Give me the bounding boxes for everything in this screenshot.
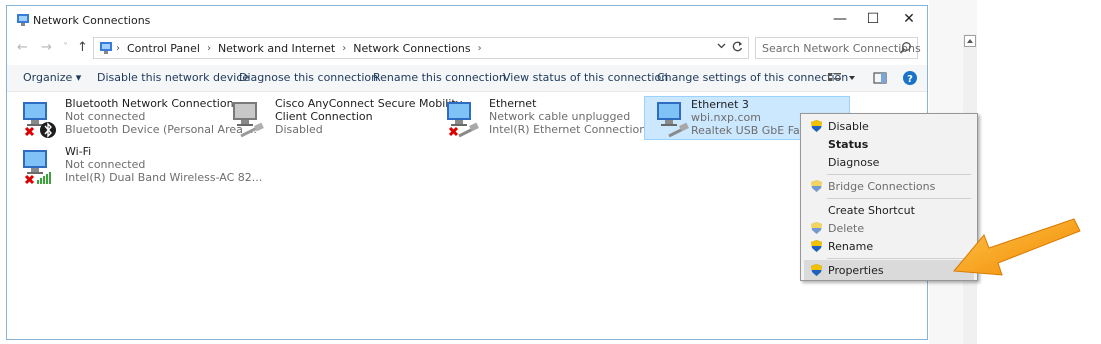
menu-item-status[interactable]: Status (804, 134, 974, 154)
network-connections-window: Network Connections — ☐ ✕ ← → ˅ ↑ › Cont… (6, 5, 928, 340)
menu-label: Bridge Connections (828, 180, 936, 193)
up-arrow-icon[interactable]: ↑ (77, 40, 88, 55)
back-arrow-icon[interactable]: ← (17, 40, 28, 55)
breadcrumb: › Control Panel › Network and Internet ›… (116, 42, 482, 55)
organize-button[interactable]: Organize ▾ (23, 71, 81, 84)
network-connections-icon (16, 13, 30, 30)
connection-device: Intel(R) Dual Band Wireless-AC 82... (65, 171, 263, 184)
chevron-down-icon[interactable] (717, 41, 726, 53)
control-panel-icon (99, 41, 113, 58)
breadcrumb-network-and-internet[interactable]: Network and Internet (218, 42, 335, 55)
chevron-right-icon: › (116, 43, 120, 54)
connections-list: Bluetooth Network Connection Not connect… (7, 96, 927, 339)
connection-name: Ethernet 3 (691, 98, 749, 111)
rename-connection-button[interactable]: Rename this connection (373, 71, 506, 84)
minimize-button[interactable]: — (825, 10, 855, 30)
menu-label: Create Shortcut (828, 204, 915, 217)
chevron-up-icon (967, 39, 973, 43)
recent-locations-icon[interactable]: ˅ (63, 42, 68, 53)
connection-status: Not connected (65, 158, 146, 171)
menu-label: Status (828, 138, 869, 151)
ethernet-adapter-icon (441, 100, 481, 140)
search-placeholder: Search Network Connections (762, 42, 921, 55)
breadcrumb-network-connections[interactable]: Network Connections (353, 42, 470, 55)
menu-label: Properties (828, 264, 884, 277)
title-bar: Network Connections — ☐ ✕ (7, 6, 927, 32)
help-icon[interactable]: ? (902, 70, 918, 89)
change-settings-button[interactable]: Change settings of this connection (657, 71, 848, 84)
forward-arrow-icon[interactable]: → (41, 40, 52, 55)
menu-item-diagnose[interactable]: Diagnose (804, 152, 974, 172)
uac-shield-icon (810, 179, 823, 196)
menu-label: Rename (828, 240, 874, 253)
chevron-right-icon[interactable]: › (342, 43, 346, 54)
preview-pane-icon[interactable] (873, 71, 887, 88)
search-icon[interactable] (899, 41, 912, 57)
connection-item-cisco-anyconnect[interactable]: Cisco AnyConnect Secure Mobility Client … (217, 96, 462, 140)
uac-shield-icon (810, 263, 823, 280)
menu-item-disable[interactable]: Disable (804, 116, 974, 136)
svg-text:?: ? (907, 74, 913, 85)
uac-shield-icon (810, 239, 823, 256)
address-bar[interactable]: › Control Panel › Network and Internet ›… (93, 37, 749, 59)
menu-label: Diagnose (828, 156, 880, 169)
diagnose-connection-button[interactable]: Diagnose this connection (239, 71, 378, 84)
refresh-icon[interactable] (731, 40, 744, 56)
disable-device-button[interactable]: Disable this network device (97, 71, 249, 84)
change-view-icon[interactable] (827, 71, 857, 88)
vpn-adapter-icon (227, 100, 267, 140)
breadcrumb-control-panel[interactable]: Control Panel (127, 42, 200, 55)
view-status-button[interactable]: View status of this connection (503, 71, 668, 84)
connection-name: Wi-Fi (65, 145, 92, 158)
address-row: ← → ˅ ↑ › Control Panel › Network and In… (7, 36, 927, 60)
connection-item-ethernet[interactable]: Ethernet Network cable unplugged Intel(R… (431, 96, 683, 140)
connection-item-bluetooth[interactable]: Bluetooth Network Connection Not connect… (7, 96, 257, 140)
bluetooth-adapter-icon (17, 100, 57, 140)
window-title: Network Connections (33, 14, 151, 27)
annotation-arrow-icon (953, 218, 1081, 276)
wifi-adapter-icon (17, 148, 57, 188)
maximize-button[interactable]: ☐ (858, 10, 888, 30)
search-input[interactable]: Search Network Connections (755, 37, 921, 59)
close-button[interactable]: ✕ (894, 10, 924, 30)
scroll-up-button[interactable] (964, 35, 976, 47)
command-bar: Organize ▾ Disable this network device D… (7, 65, 927, 92)
chevron-right-icon[interactable]: › (478, 43, 482, 54)
connection-item-wifi[interactable]: Wi-Fi Not connected Intel(R) Dual Band W… (7, 144, 262, 188)
ethernet-adapter-icon (651, 100, 691, 140)
chevron-right-icon[interactable]: › (207, 43, 211, 54)
menu-separator (827, 198, 971, 199)
menu-separator (827, 174, 971, 175)
menu-item-bridge-connections[interactable]: Bridge Connections (804, 176, 974, 196)
menu-label: Disable (828, 120, 869, 133)
menu-label: Delete (828, 222, 865, 235)
